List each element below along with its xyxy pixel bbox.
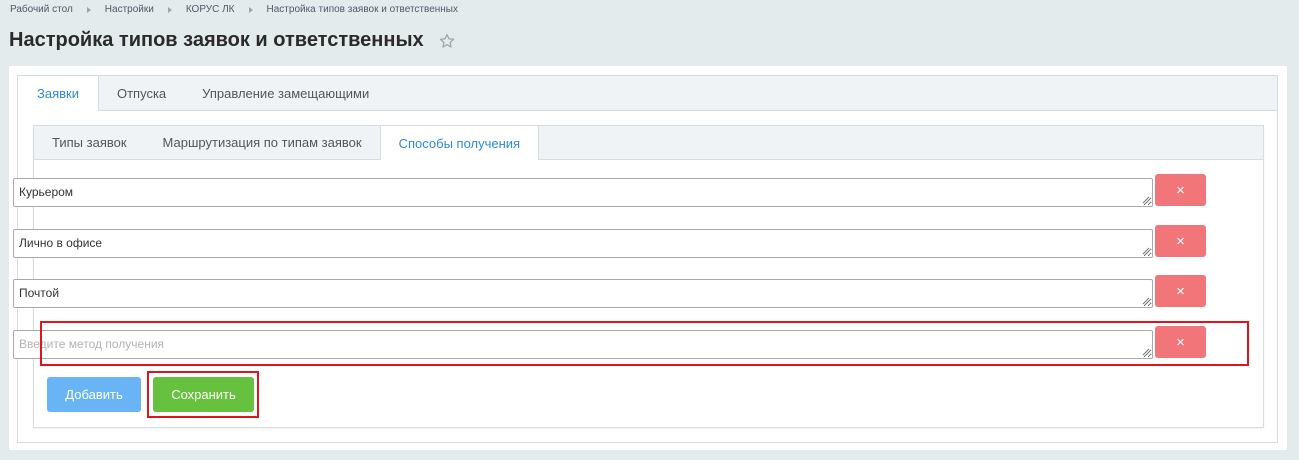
- breadcrumb-separator-icon: [248, 6, 253, 13]
- close-icon: ×: [1176, 232, 1185, 250]
- delete-button[interactable]: ×: [1155, 326, 1206, 358]
- method-input-courier[interactable]: [13, 178, 1153, 207]
- method-input-office[interactable]: [13, 229, 1153, 258]
- main-tab-bar: Заявки Отпуска Управление замещающими: [18, 76, 1277, 111]
- method-row: ×: [13, 174, 1206, 207]
- close-icon: ×: [1176, 333, 1185, 351]
- tab-requests[interactable]: Заявки: [18, 76, 99, 111]
- breadcrumb: Рабочий стол Настройки КОРУС ЛК Настройк…: [10, 4, 458, 15]
- tab-routing[interactable]: Маршрутизация по типам заявок: [145, 126, 380, 159]
- method-input-new[interactable]: [13, 330, 1153, 359]
- method-row: ×: [13, 225, 1206, 258]
- delete-button[interactable]: ×: [1155, 174, 1206, 206]
- breadcrumb-item-desktop[interactable]: Рабочий стол: [10, 4, 73, 15]
- method-row-new: ×: [13, 326, 1206, 359]
- add-button[interactable]: Добавить: [47, 377, 141, 412]
- breadcrumb-item-settings[interactable]: Настройки: [105, 4, 154, 15]
- tab-request-types[interactable]: Типы заявок: [34, 126, 145, 159]
- save-button[interactable]: Сохранить: [153, 377, 254, 412]
- tab-vacations[interactable]: Отпуска: [99, 76, 184, 110]
- method-row: ×: [13, 275, 1206, 308]
- sub-tab-bar: Типы заявок Маршрутизация по типам заяво…: [34, 126, 1263, 160]
- breadcrumb-item-korus-lk[interactable]: КОРУС ЛК: [186, 4, 235, 15]
- page-title-container: Настройка типов заявок и ответственных: [9, 29, 456, 52]
- breadcrumb-separator-icon: [167, 6, 172, 13]
- tab-substitutes[interactable]: Управление замещающими: [184, 76, 387, 110]
- tab-delivery-methods[interactable]: Способы получения: [379, 126, 540, 160]
- close-icon: ×: [1176, 181, 1185, 199]
- method-input-mail[interactable]: [13, 279, 1153, 308]
- page-title: Настройка типов заявок и ответственных: [9, 29, 424, 51]
- star-icon[interactable]: [438, 32, 456, 50]
- close-icon: ×: [1176, 282, 1185, 300]
- delete-button[interactable]: ×: [1155, 225, 1206, 257]
- breadcrumb-separator-icon: [86, 6, 91, 13]
- breadcrumb-item-current: Настройка типов заявок и ответственных: [266, 4, 458, 15]
- delete-button[interactable]: ×: [1155, 275, 1206, 307]
